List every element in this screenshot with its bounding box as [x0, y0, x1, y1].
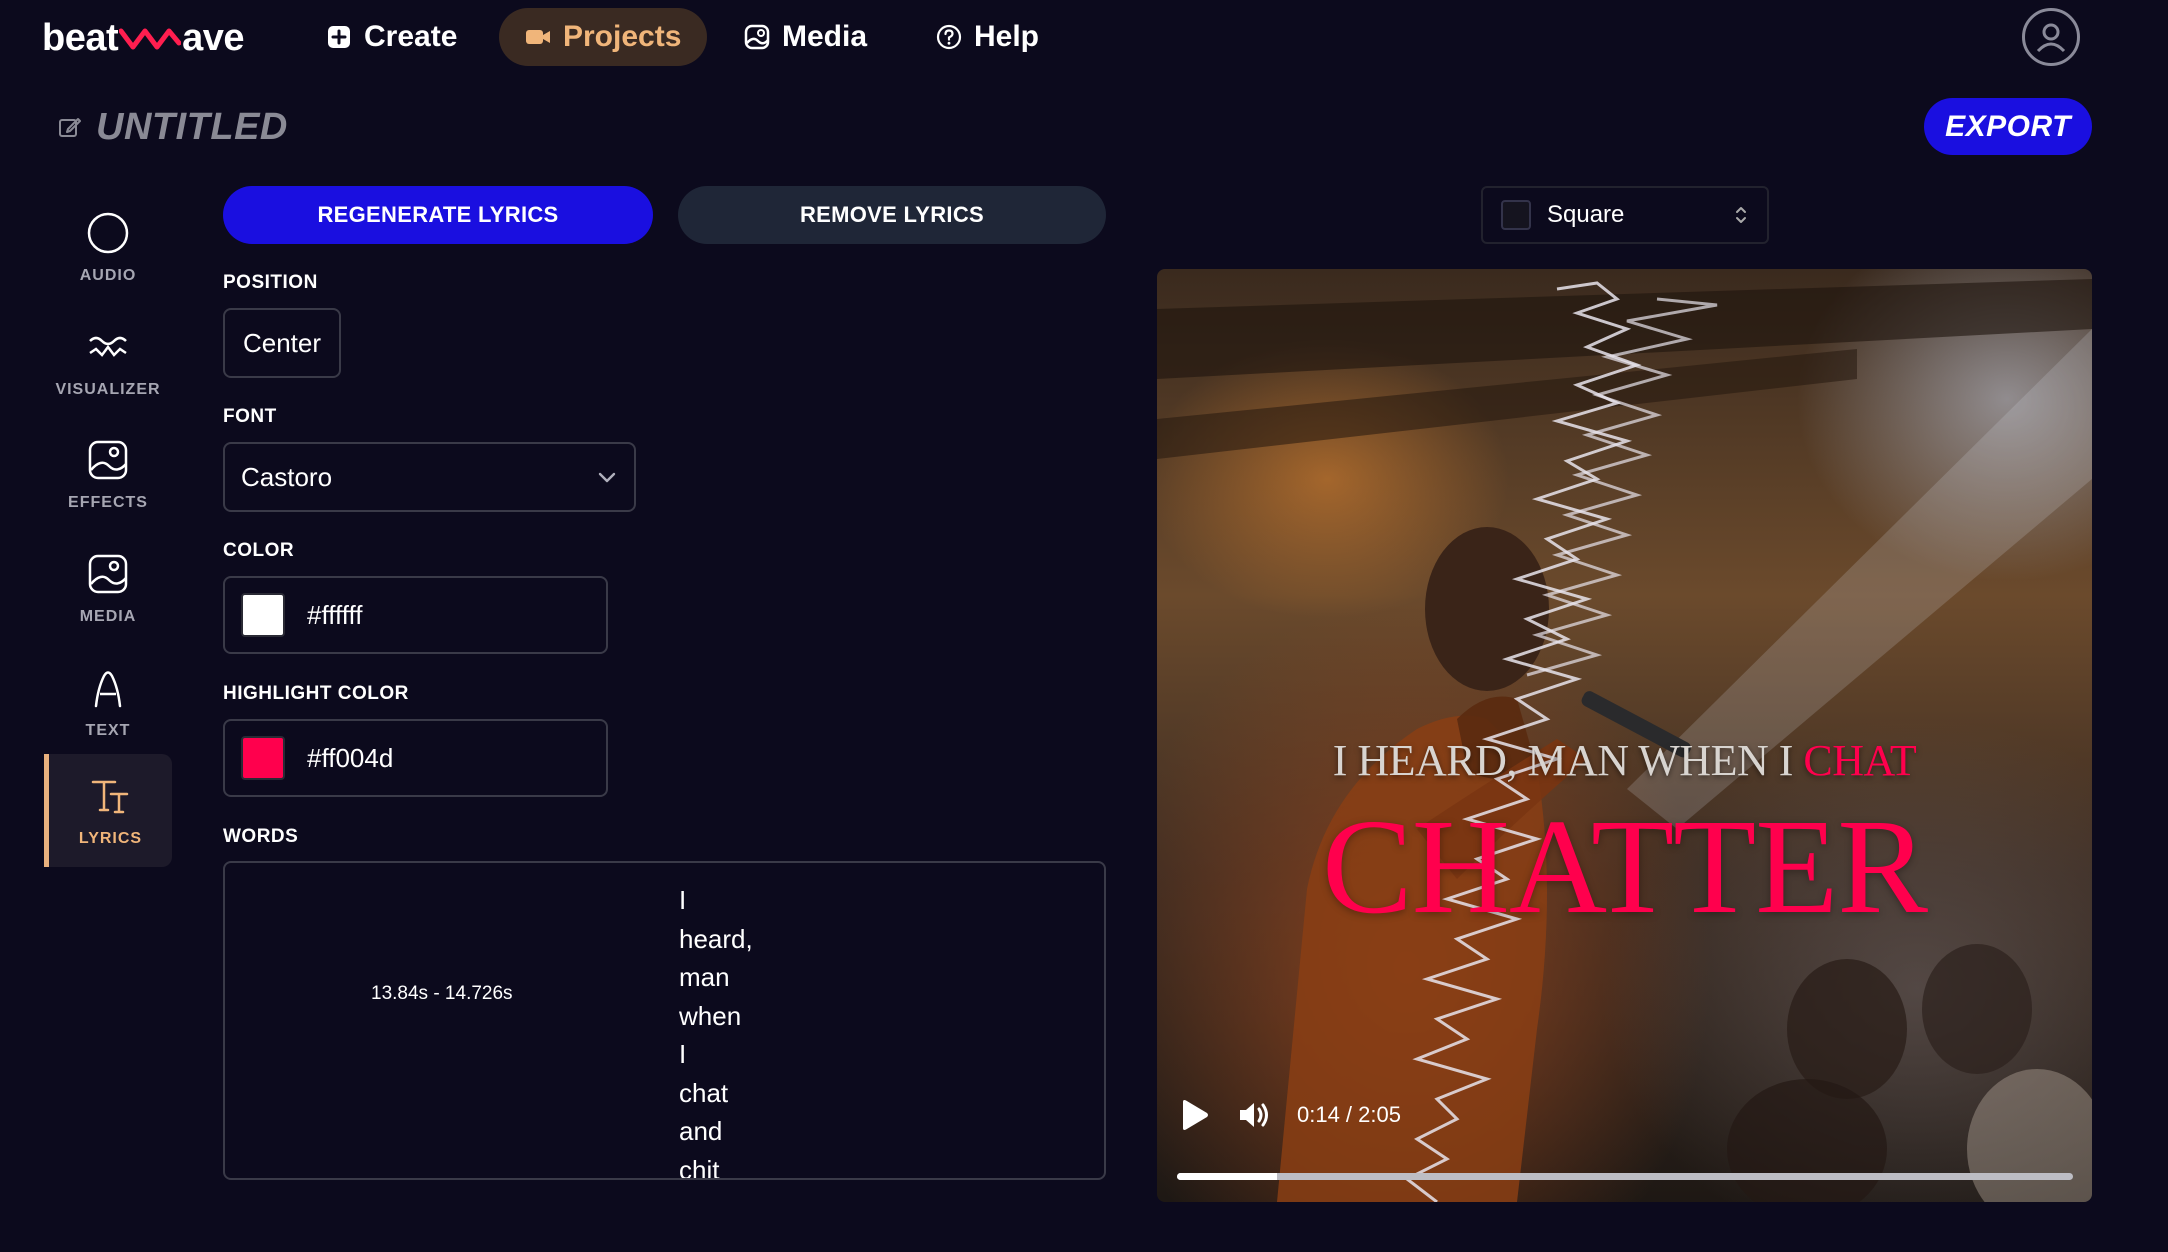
lyric-line-normal: I HEARD, MAN WHEN I: [1332, 736, 1804, 785]
image-icon: [88, 554, 128, 594]
nav-create-label: Create: [364, 20, 458, 53]
nav-projects-label: Projects: [563, 20, 682, 53]
sidebar-item-label: VISUALIZER: [55, 381, 161, 398]
sidebar-item-visualizer[interactable]: VISUALIZER: [44, 306, 172, 418]
position-value: Center: [242, 327, 322, 358]
word-list[interactable]: I heard, man when I chat and chit: [679, 881, 753, 1179]
word-item[interactable]: when: [679, 997, 753, 1036]
edit-icon: [59, 118, 81, 137]
help-circle-icon: [936, 24, 962, 50]
word-item[interactable]: man: [679, 958, 753, 997]
user-icon: [2036, 23, 2066, 53]
time-readout: 0:14 / 2:05: [1297, 1102, 1401, 1127]
color-label: COLOR: [223, 540, 295, 561]
position-select[interactable]: Center: [223, 308, 341, 378]
project-title[interactable]: UNTITLED: [96, 106, 288, 149]
lyric-line-highlight: CHAT: [1803, 736, 1917, 785]
player-controls: 0:14 / 2:05: [1177, 1095, 1401, 1135]
nav-create[interactable]: Create: [300, 8, 483, 66]
plus-square-icon: [328, 26, 350, 48]
highlight-color-value: #ff004d: [307, 742, 394, 773]
play-icon[interactable]: [1177, 1098, 1211, 1132]
regenerate-lyrics-button[interactable]: REGENERATE LYRICS: [223, 186, 653, 244]
nav-media-label: Media: [782, 20, 868, 53]
font-select[interactable]: Castoro: [223, 442, 636, 512]
sidebar-item-effects[interactable]: EFFECTS: [44, 419, 172, 531]
font-label: FONT: [223, 406, 277, 427]
word-item[interactable]: chit: [679, 1151, 753, 1179]
volume-icon[interactable]: [1237, 1098, 1271, 1132]
aspect-checkbox[interactable]: [1501, 200, 1531, 230]
letter-a-icon: [94, 671, 122, 708]
color-swatch[interactable]: [241, 593, 285, 637]
word-item[interactable]: heard,: [679, 920, 753, 959]
lyric-current-line: I HEARD, MAN WHEN I CHAT: [1157, 735, 2092, 786]
logo-text-right: ave: [182, 16, 245, 59]
wave-icon: [89, 336, 127, 357]
nav-help[interactable]: Help: [910, 8, 1065, 66]
nav-media[interactable]: Media: [718, 8, 893, 66]
sidebar-item-label: EFFECTS: [68, 494, 148, 511]
sidebar-item-label: TEXT: [85, 722, 131, 739]
aspect-value: Square: [1547, 201, 1625, 228]
sidebar-item-text[interactable]: TEXT: [44, 647, 172, 759]
progress-fill: [1177, 1173, 1278, 1180]
progress-bar[interactable]: [1177, 1173, 2073, 1180]
color-field[interactable]: #ffffff: [223, 576, 608, 654]
video-camera-icon: [526, 30, 550, 44]
remove-lyrics-button[interactable]: REMOVE LYRICS: [678, 186, 1106, 244]
video-preview[interactable]: I HEARD, MAN WHEN I CHAT CHATTER 0:14 / …: [1157, 269, 2092, 1202]
nav-help-label: Help: [974, 20, 1040, 53]
words-label: WORDS: [223, 826, 299, 847]
word-item[interactable]: I: [679, 1035, 753, 1074]
text-size-icon: [91, 780, 128, 813]
export-button[interactable]: EXPORT: [1924, 98, 2092, 155]
logo-text-left: beat: [42, 16, 119, 59]
sidebar-item-label: AUDIO: [79, 267, 137, 284]
beatwave-logo[interactable]: beat ave: [42, 16, 245, 60]
logo-wave-icon: [119, 28, 182, 50]
image-icon: [744, 24, 770, 50]
color-value: #ffffff: [307, 599, 363, 630]
word-item[interactable]: I: [679, 881, 753, 920]
sidebar-item-audio[interactable]: AUDIO: [44, 192, 172, 304]
lyric-big-word: CHATTER: [1322, 792, 1928, 942]
words-editor[interactable]: 13.84s - 14.726s I heard, man when I cha…: [223, 861, 1106, 1180]
highlight-color-label: HIGHLIGHT COLOR: [223, 683, 409, 704]
sidebar-item-lyrics[interactable]: LYRICS: [44, 754, 172, 867]
sidebar-item-label: MEDIA: [79, 608, 137, 625]
project-title-row[interactable]: UNTITLED: [58, 102, 288, 152]
chevron-updown-icon: [1736, 207, 1746, 223]
word-item[interactable]: chat: [679, 1074, 753, 1113]
chevron-down-icon: [598, 472, 616, 483]
position-label: POSITION: [223, 272, 318, 293]
user-avatar-button[interactable]: [2022, 8, 2080, 66]
word-item[interactable]: and: [679, 1112, 753, 1151]
image-icon: [88, 440, 128, 480]
font-value: Castoro: [241, 461, 333, 492]
highlight-color-field[interactable]: #ff004d: [223, 719, 608, 797]
circle-icon: [87, 212, 129, 254]
aspect-ratio-select[interactable]: Square: [1481, 186, 1769, 244]
sidebar-item-media[interactable]: MEDIA: [44, 533, 172, 645]
highlight-color-swatch[interactable]: [241, 736, 285, 780]
nav-projects[interactable]: Projects: [499, 8, 708, 66]
word-time-range: 13.84s - 14.726s: [371, 983, 513, 1004]
sidebar-item-label: LYRICS: [78, 829, 143, 847]
